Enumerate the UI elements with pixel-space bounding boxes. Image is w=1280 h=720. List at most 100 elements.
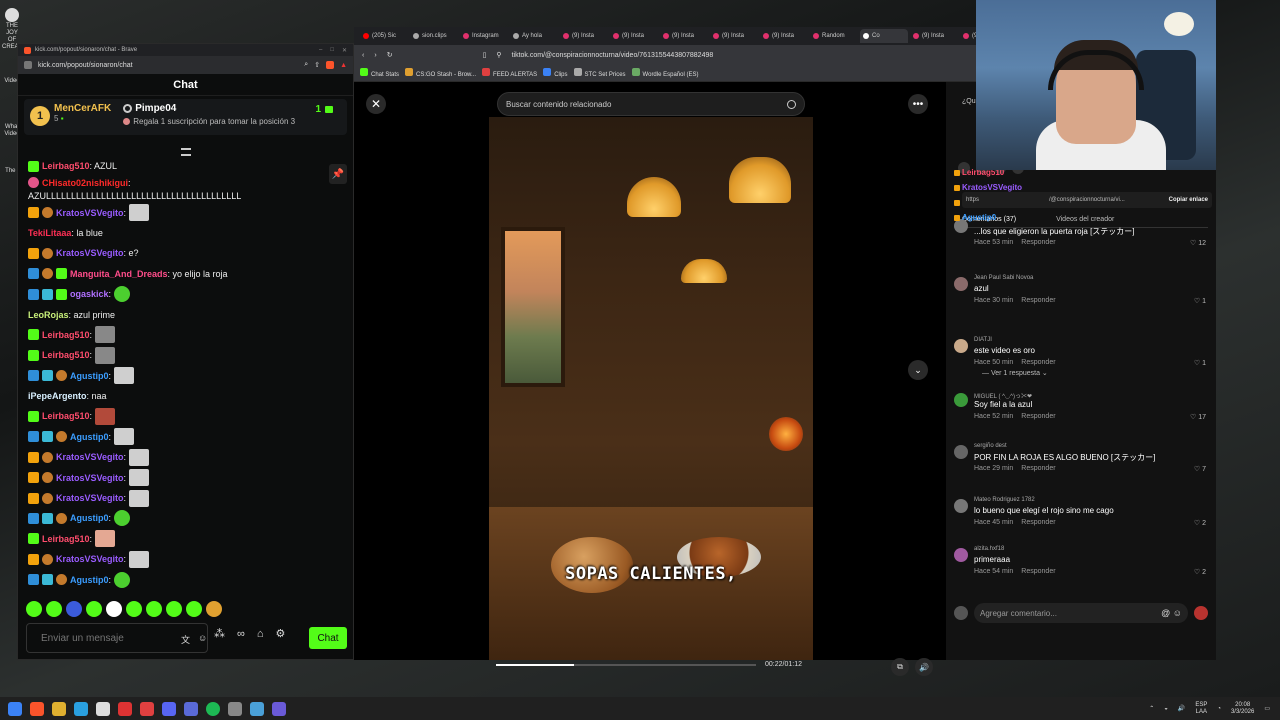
chat-username[interactable]: LeoRojas: [28, 310, 69, 320]
rewards-icon[interactable]: ▲: [340, 62, 347, 69]
avatar[interactable]: [954, 548, 968, 562]
network-icon[interactable]: ◒: [1164, 706, 1168, 712]
emote-image[interactable]: [129, 489, 150, 507]
app-icon[interactable]: [228, 701, 242, 716]
folder-icon[interactable]: [52, 701, 66, 716]
bookmark-item[interactable]: CS:GO Stash - Brow...: [405, 68, 476, 78]
address-bar[interactable]: tiktok.com/@conspiracionnocturna/video/7…: [512, 52, 714, 59]
steam-icon[interactable]: [96, 701, 110, 716]
emote-image[interactable]: [114, 286, 131, 303]
comment-likes[interactable]: ♡ 7: [1194, 465, 1206, 473]
second-gifter-name[interactable]: Pimpe04: [135, 103, 176, 114]
browser-tab[interactable]: (9) Insta: [660, 29, 708, 43]
chat-username[interactable]: Leirbag510: [42, 330, 90, 340]
emote-image[interactable]: [114, 571, 131, 588]
chat-username[interactable]: Leirbag510: [42, 534, 90, 544]
message-field[interactable]: [41, 632, 173, 644]
chat-username[interactable]: KratosVSVegito: [56, 248, 124, 258]
more-icon[interactable]: •••: [908, 94, 928, 114]
chat-username[interactable]: iPepeArgento: [28, 391, 87, 401]
close-icon[interactable]: ✕: [366, 94, 386, 114]
comment-author[interactable]: alzita.hxf18: [974, 546, 1004, 552]
comment-likes[interactable]: ♡ 17: [1190, 413, 1206, 421]
reply-button[interactable]: Responder: [1021, 568, 1055, 575]
emote-image[interactable]: [114, 367, 135, 385]
emote-image[interactable]: [114, 428, 135, 446]
chat-username[interactable]: Agustip0: [70, 575, 109, 585]
send-chat-button[interactable]: Chat: [309, 627, 347, 649]
view-replies-button[interactable]: — Ver 1 respuesta ⌄: [982, 369, 1048, 377]
back-icon[interactable]: ‹: [362, 52, 364, 59]
chat-url-bar[interactable]: kick.com/popout/sionaron/chat ⌕ ⇧ ▲: [18, 56, 353, 74]
avatar[interactable]: [954, 277, 968, 291]
mention-icon[interactable]: @ ☺: [1161, 608, 1182, 618]
close-button[interactable]: ✕: [342, 47, 347, 54]
chat-username[interactable]: ogaskick: [70, 289, 109, 299]
reply-button[interactable]: Responder: [1021, 413, 1055, 420]
second-gifter[interactable]: Pimpe04: [123, 103, 341, 114]
reply-button[interactable]: Responder: [1021, 465, 1055, 472]
top-gifter-name[interactable]: MenCerAFK: [54, 103, 111, 114]
browser-tab[interactable]: Random: [810, 29, 858, 43]
app-icon[interactable]: [272, 701, 286, 716]
pinned-gift-banner[interactable]: 1 MenCerAFK 5 ▪ Pimpe04 Regala 1 suscrip…: [24, 99, 347, 135]
browser-tab[interactable]: Instagram: [460, 29, 508, 43]
chat-url[interactable]: kick.com/popout/sionaron/chat: [38, 62, 133, 69]
telegram-icon[interactable]: [74, 701, 88, 716]
emote-image[interactable]: [95, 407, 116, 425]
emote-button[interactable]: [206, 601, 222, 617]
chat-username[interactable]: Agustip0: [70, 432, 109, 442]
emote-image[interactable]: [129, 448, 150, 466]
chat-username[interactable]: Leirbag510: [42, 350, 90, 360]
comment-author[interactable]: Jean Paul Sabi Novoa: [974, 275, 1033, 281]
browser-tab[interactable]: (9) Insta: [710, 29, 758, 43]
emote-image[interactable]: [95, 326, 116, 344]
chat-username[interactable]: TekiLitaaa: [28, 228, 71, 238]
browser-tab[interactable]: (9) Insta: [610, 29, 658, 43]
emote-image[interactable]: [114, 510, 131, 527]
tab-creator-videos[interactable]: Videos del creador: [1056, 216, 1114, 223]
app-icon[interactable]: [140, 701, 154, 716]
comment-author[interactable]: sergiño dest: [974, 443, 1007, 449]
chat-username[interactable]: Leirbag510: [42, 411, 90, 421]
discord-icon[interactable]: [162, 701, 176, 716]
browser-tab[interactable]: Co: [860, 29, 908, 43]
emote-button[interactable]: [46, 601, 62, 617]
comment-likes[interactable]: ♡ 2: [1194, 568, 1206, 576]
copy-link-button[interactable]: Copiar enlace: [1169, 197, 1208, 203]
emote-button[interactable]: [186, 601, 202, 617]
browser-tab[interactable]: (205) Sic: [360, 29, 408, 43]
chat-username[interactable]: KratosVSVegito: [56, 473, 124, 483]
chat-username[interactable]: Agustip0: [70, 371, 109, 381]
emote-button[interactable]: [166, 601, 182, 617]
comment-likes[interactable]: ♡ 1: [1194, 297, 1206, 305]
avatar[interactable]: [954, 339, 968, 353]
brave-taskbar-icon[interactable]: [30, 701, 44, 716]
search-icon[interactable]: [787, 99, 796, 109]
translate-icon[interactable]: 文: [181, 633, 190, 645]
minimize-button[interactable]: –: [319, 47, 322, 54]
emote-button[interactable]: [146, 601, 162, 617]
avatar[interactable]: [954, 393, 968, 407]
avatar[interactable]: [954, 445, 968, 459]
send-comment-button[interactable]: [1194, 606, 1208, 620]
chrome-icon[interactable]: [118, 701, 132, 716]
infinity-icon[interactable]: ∞: [237, 628, 245, 640]
volume-icon[interactable]: 🔊: [1178, 705, 1185, 712]
browser-tab[interactable]: (9) Insta: [910, 29, 958, 43]
collapse-icon[interactable]: [181, 148, 191, 156]
chat-username[interactable]: KratosVSVegito: [56, 493, 124, 503]
bookmark-item[interactable]: Chat Stats: [360, 68, 399, 78]
forward-icon[interactable]: ›: [374, 52, 376, 59]
pip-icon[interactable]: ⧉: [891, 658, 909, 676]
reply-button[interactable]: Responder: [1021, 297, 1055, 304]
bookmark-icon[interactable]: ▯: [483, 51, 487, 59]
emote-image[interactable]: [129, 469, 150, 487]
language-indicator[interactable]: ESP LAA: [1195, 702, 1207, 716]
chat-username[interactable]: CHisato02nishikigui: [42, 178, 128, 188]
reply-button[interactable]: Responder: [1021, 359, 1055, 366]
chevron-down-icon[interactable]: ⌄: [908, 360, 928, 380]
browser-tab[interactable]: sion.clips: [410, 29, 458, 43]
wifi-icon[interactable]: ◔: [1217, 706, 1221, 712]
emote-image[interactable]: [95, 346, 116, 364]
